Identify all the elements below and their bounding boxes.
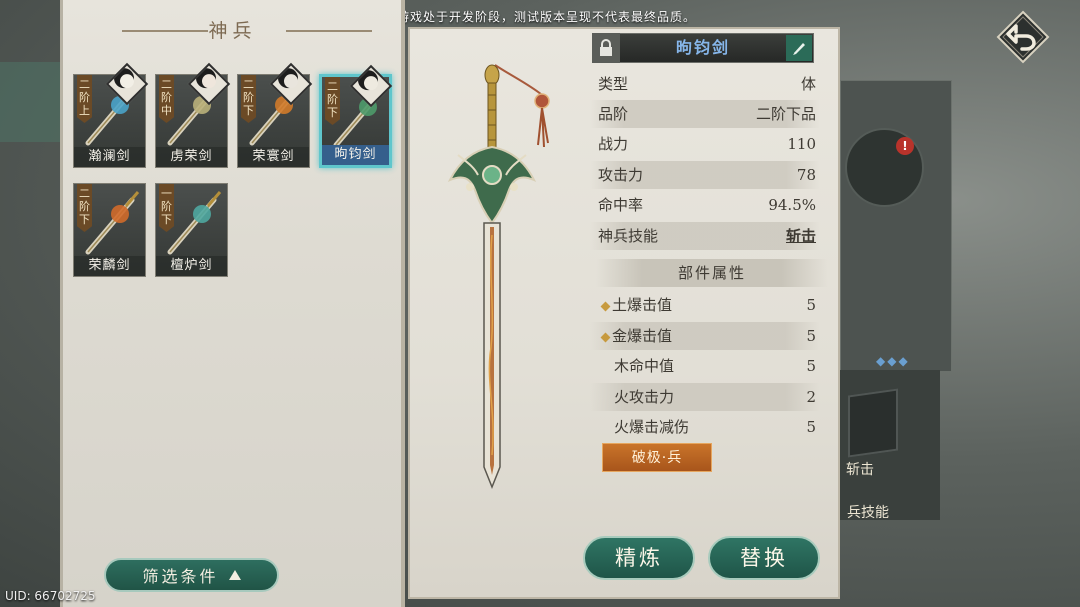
part-value: 5 bbox=[806, 418, 816, 436]
weapon-card-name: 昫钧剑 bbox=[322, 145, 389, 165]
edit-button[interactable] bbox=[786, 35, 812, 61]
tier-tag: 二 阶 上 bbox=[77, 75, 92, 123]
stat-value: 78 bbox=[796, 166, 816, 184]
alert-badge: ! bbox=[896, 137, 914, 155]
weapon-card-name: 荣寰剑 bbox=[238, 147, 309, 167]
stat-value: 94.5% bbox=[768, 196, 816, 214]
part-label: 火爆击减伤 bbox=[614, 418, 690, 436]
part-label: 火攻击力 bbox=[614, 388, 675, 406]
chest-icon bbox=[848, 388, 898, 458]
weapon-card[interactable]: 二 阶 中虏荣剑 bbox=[155, 62, 231, 168]
weapon-card[interactable]: 二 阶 下荣麟剑 bbox=[73, 183, 146, 277]
parts-header: 部件属性 bbox=[596, 259, 828, 287]
skill-link[interactable]: 斩击 bbox=[786, 222, 816, 250]
filter-label: 筛选条件 bbox=[142, 567, 219, 586]
stat-label: 神兵技能 bbox=[598, 227, 659, 245]
stat-row: 攻击力 78 bbox=[590, 161, 820, 189]
part-label-wrap: 金爆击值 bbox=[600, 322, 673, 350]
diamond-marker-icon bbox=[600, 301, 611, 311]
part-label-wrap: 土爆击值 bbox=[600, 291, 673, 319]
stat-label: 战力 bbox=[598, 135, 629, 153]
part-label-wrap: 火攻击力 bbox=[614, 383, 674, 411]
tier-tag: 二 阶 中 bbox=[159, 75, 174, 123]
background-skill-text: 斩击 bbox=[846, 462, 874, 478]
sword-illustration bbox=[447, 64, 550, 490]
back-arrow-icon bbox=[996, 10, 1050, 64]
stat-value: 体 bbox=[800, 75, 816, 93]
weapon-card-name: 荣麟剑 bbox=[74, 256, 145, 276]
part-label: 金爆击值 bbox=[612, 327, 673, 345]
stat-label: 命中率 bbox=[598, 196, 644, 214]
part-label-wrap: 木命中值 bbox=[614, 352, 674, 380]
part-row: 土爆击值 5 bbox=[590, 291, 820, 319]
diamond-marker-icon bbox=[600, 332, 611, 342]
stat-row: 命中率 94.5% bbox=[590, 191, 820, 219]
stat-label: 品阶 bbox=[598, 105, 629, 123]
stat-row: 品阶 二阶下品 bbox=[590, 100, 820, 128]
tier-tag: 二 阶 下 bbox=[325, 77, 340, 125]
refine-button[interactable]: 精炼 bbox=[583, 536, 695, 580]
part-value: 5 bbox=[806, 296, 816, 314]
weapon-card-name: 虏荣剑 bbox=[156, 147, 227, 167]
stat-row: 战力 110 bbox=[590, 130, 820, 158]
part-row: 木命中值 5 bbox=[590, 352, 820, 380]
weapon-name: 昫钧剑 bbox=[675, 38, 730, 57]
stat-label: 类型 bbox=[598, 75, 629, 93]
tier-tag: 一 阶 下 bbox=[159, 184, 174, 232]
weapon-card[interactable]: 二 阶 下荣寰剑 bbox=[237, 62, 313, 168]
uid-label: UID: 66702725 bbox=[5, 589, 96, 603]
part-row: 金爆击值 5 bbox=[590, 322, 820, 350]
background-skill-caption: 兵技能 bbox=[847, 505, 889, 521]
lock-icon bbox=[600, 39, 612, 56]
part-row: 火爆击减伤 5 bbox=[590, 413, 820, 441]
weapon-card-name: 瀚澜剑 bbox=[74, 147, 145, 167]
panel-title: 神兵 bbox=[208, 20, 257, 42]
tier-tag: 二 阶 下 bbox=[77, 184, 92, 232]
stat-row: 类型 体 bbox=[590, 70, 820, 98]
tier-tag: 二 阶 下 bbox=[241, 75, 256, 123]
filter-button[interactable]: 筛选条件 bbox=[104, 558, 279, 592]
stat-value: 二阶下品 bbox=[755, 105, 816, 123]
brush-icon bbox=[793, 43, 805, 55]
replace-button[interactable]: 替换 bbox=[708, 536, 820, 580]
background-strip bbox=[0, 62, 60, 142]
weapon-card[interactable]: 一 阶 下檀炉剑 bbox=[155, 183, 228, 277]
part-label: 木命中值 bbox=[614, 357, 675, 375]
weapon-card[interactable]: 二 阶 上瀚澜剑 bbox=[73, 62, 149, 168]
triangle-up-icon bbox=[228, 570, 241, 580]
part-row: 火攻击力 2 bbox=[590, 383, 820, 411]
part-value: 2 bbox=[806, 388, 816, 406]
part-value: 5 bbox=[806, 357, 816, 375]
stat-label: 攻击力 bbox=[598, 166, 644, 184]
stat-row[interactable]: 神兵技能 斩击 bbox=[590, 222, 820, 250]
lock-button[interactable] bbox=[592, 33, 620, 63]
diamond-dots-icon: ◆◆◆ bbox=[876, 354, 910, 368]
part-label-wrap: 火爆击减伤 bbox=[614, 413, 689, 441]
break-limit-button[interactable]: 破极·兵 bbox=[602, 443, 712, 472]
part-value: 5 bbox=[806, 327, 816, 345]
part-label: 土爆击值 bbox=[612, 296, 673, 314]
back-button[interactable] bbox=[996, 10, 1050, 64]
weapon-card-name: 檀炉剑 bbox=[156, 256, 227, 276]
weapon-card[interactable]: 二 阶 下昫钧剑 bbox=[319, 64, 393, 168]
stat-value: 110 bbox=[787, 135, 816, 153]
background-card bbox=[840, 80, 952, 372]
